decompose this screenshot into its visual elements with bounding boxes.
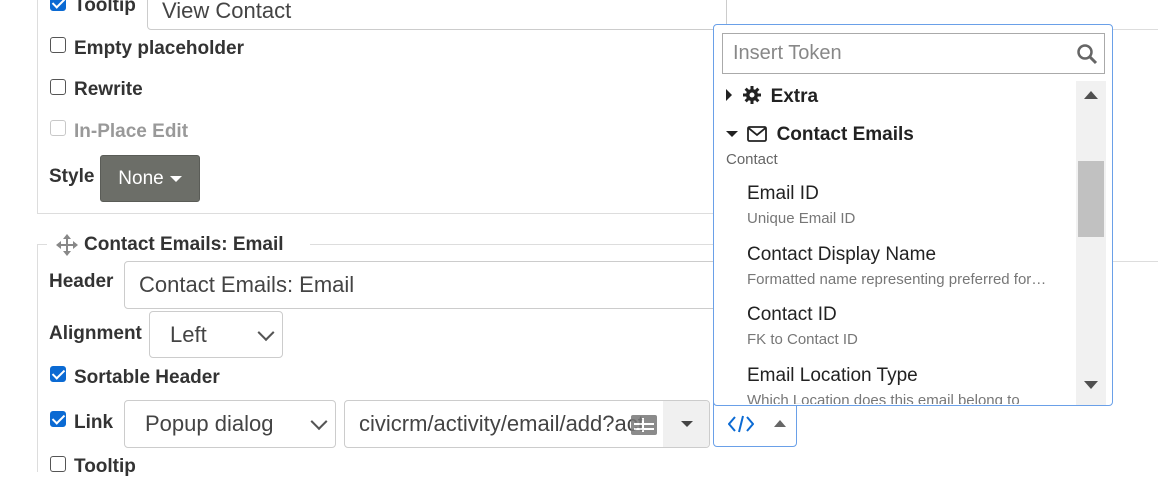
- token-search-placeholder: Insert Token: [733, 42, 842, 64]
- column-tooltip-label: Tooltip: [74, 456, 136, 477]
- search-icon: [1077, 44, 1098, 65]
- code-icon: [728, 415, 754, 433]
- token-item[interactable]: Email Location Type: [747, 365, 918, 387]
- token-search-input[interactable]: Insert Token: [722, 33, 1105, 74]
- token-item-description: FK to Contact ID: [747, 331, 858, 348]
- token-item-description: Unique Email ID: [747, 210, 856, 227]
- tooltip-label: Tooltip: [74, 0, 136, 16]
- link-options-dropdown-button[interactable]: [663, 401, 709, 447]
- token-list-scrollbar[interactable]: [1076, 81, 1106, 405]
- rewrite-checkbox[interactable]: [50, 79, 66, 95]
- header-label: Header: [49, 271, 114, 292]
- style-label: Style: [49, 166, 95, 187]
- insert-token-button[interactable]: [713, 400, 797, 447]
- caret-right-icon: [726, 89, 732, 101]
- column-tooltip-checkbox[interactable]: [50, 456, 66, 472]
- caret-down-icon: [726, 131, 738, 137]
- tooltip-value: View Contact: [162, 0, 292, 23]
- token-group-contact-emails-label: Contact Emails: [776, 124, 914, 145]
- chevron-down-icon: [257, 323, 275, 341]
- scroll-up-arrow-icon[interactable]: [1084, 91, 1098, 99]
- alignment-value: Left: [170, 321, 207, 347]
- link-path-value: civicrm/activity/email/add?act: [359, 411, 644, 436]
- alignment-select[interactable]: Left: [149, 311, 283, 358]
- token-group-extra[interactable]: Extra: [726, 86, 818, 108]
- empty-placeholder-label: Empty placeholder: [74, 38, 244, 59]
- style-value: None: [118, 167, 164, 189]
- column-title: Contact Emails: Email: [84, 234, 284, 255]
- token-picker-dropdown: Insert Token Extra Contact Emails Contac…: [713, 24, 1113, 406]
- gear-icon: [743, 86, 762, 104]
- token-group-subtitle: Contact: [726, 151, 778, 168]
- link-type-select[interactable]: Popup dialog: [124, 400, 336, 448]
- token-item[interactable]: Contact ID: [747, 304, 837, 326]
- link-type-value: Popup dialog: [145, 411, 274, 436]
- table-icon: [631, 415, 657, 435]
- empty-placeholder-checkbox[interactable]: [50, 37, 66, 53]
- in-place-edit-label: In-Place Edit: [74, 121, 189, 142]
- sortable-header-label: Sortable Header: [74, 367, 220, 388]
- token-item[interactable]: Contact Display Name: [747, 244, 936, 266]
- token-item-description: Formatted name representing preferred fo…: [747, 271, 1047, 288]
- token-item[interactable]: Email ID: [747, 183, 819, 205]
- chevron-down-icon: [310, 413, 328, 431]
- caret-down-icon: [680, 421, 693, 427]
- envelope-icon: [747, 126, 768, 142]
- rewrite-label: Rewrite: [74, 79, 143, 100]
- link-label: Link: [74, 412, 114, 433]
- tooltip-checkbox[interactable]: [50, 0, 66, 11]
- tooltip-input[interactable]: View Contact: [147, 0, 727, 30]
- link-checkbox[interactable]: [50, 411, 66, 427]
- token-group-extra-label: Extra: [770, 86, 819, 107]
- token-group-contact-emails[interactable]: Contact Emails: [726, 124, 914, 146]
- scroll-down-arrow-icon[interactable]: [1084, 381, 1098, 389]
- caret-up-icon: [774, 420, 786, 427]
- style-dropdown-button[interactable]: None: [100, 155, 200, 202]
- sortable-header-checkbox[interactable]: [50, 366, 66, 382]
- move-handle-icon[interactable]: [56, 234, 78, 256]
- header-value: Contact Emails: Email: [139, 272, 355, 297]
- token-item-description: Which Location does this email belong to: [747, 392, 1020, 404]
- alignment-label: Alignment: [49, 323, 142, 344]
- scrollbar-thumb[interactable]: [1078, 161, 1104, 237]
- in-place-edit-checkbox: [50, 120, 66, 136]
- header-input[interactable]: Contact Emails: Email: [124, 261, 724, 309]
- link-path-input[interactable]: civicrm/activity/email/add?act: [344, 400, 710, 448]
- caret-down-icon: [169, 175, 182, 182]
